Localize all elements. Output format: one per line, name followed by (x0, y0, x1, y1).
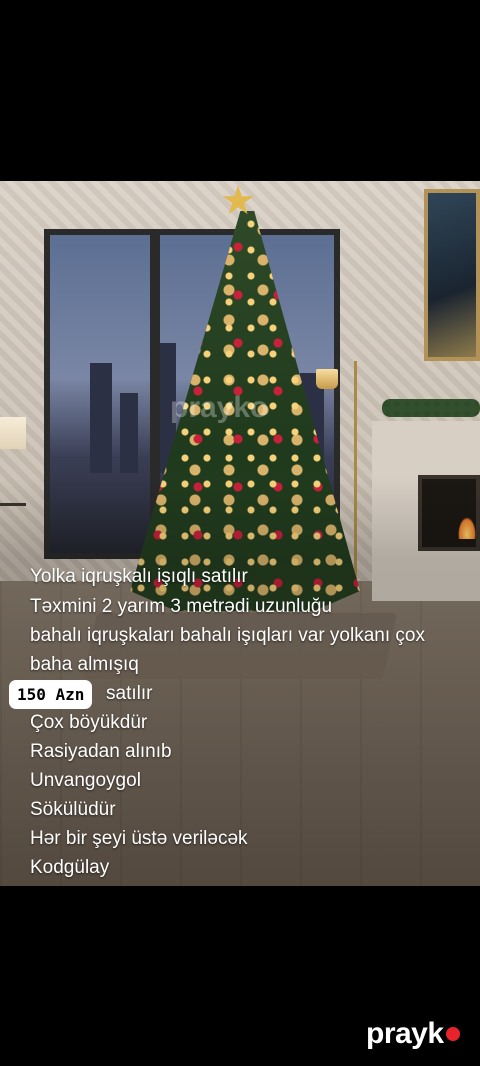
table-lamp (0, 417, 26, 449)
caption-line: Unvangoygol (30, 770, 141, 791)
price-badge: 150 Azn (9, 680, 93, 709)
city-building (120, 393, 138, 473)
caption-line: baha almışıq (30, 654, 139, 675)
caption-line: Hər bir şeyi üstə veriləcək (30, 828, 248, 849)
logo-dot-icon (445, 1027, 460, 1041)
caption-line: Sökülüdür (30, 799, 116, 820)
caption-line: Kodgülay (30, 857, 110, 878)
brand-logo: prayk (366, 1014, 460, 1054)
brand-logo-text: prayk (366, 1017, 444, 1050)
floor-lamp-shade (316, 369, 338, 389)
caption-line: satılır (106, 683, 153, 704)
mantel-garland (382, 399, 480, 417)
wall-painting (424, 189, 480, 361)
caption-line: bahalı iqruşkaları bahalı işıqları var y… (30, 625, 425, 646)
caption-line: Çox böyükdür (30, 712, 148, 733)
photo-watermark: prayko (170, 391, 269, 424)
caption-line: Təxmini 2 yarım 3 metrədi uzunluğu (30, 596, 333, 617)
tree-star-icon: ★ (220, 181, 256, 223)
city-building (90, 363, 112, 473)
caption-line: Yolka iqruşkalı işıqlı satılır (30, 566, 248, 587)
caption-line: Rasiyadan alınıb (30, 741, 172, 762)
